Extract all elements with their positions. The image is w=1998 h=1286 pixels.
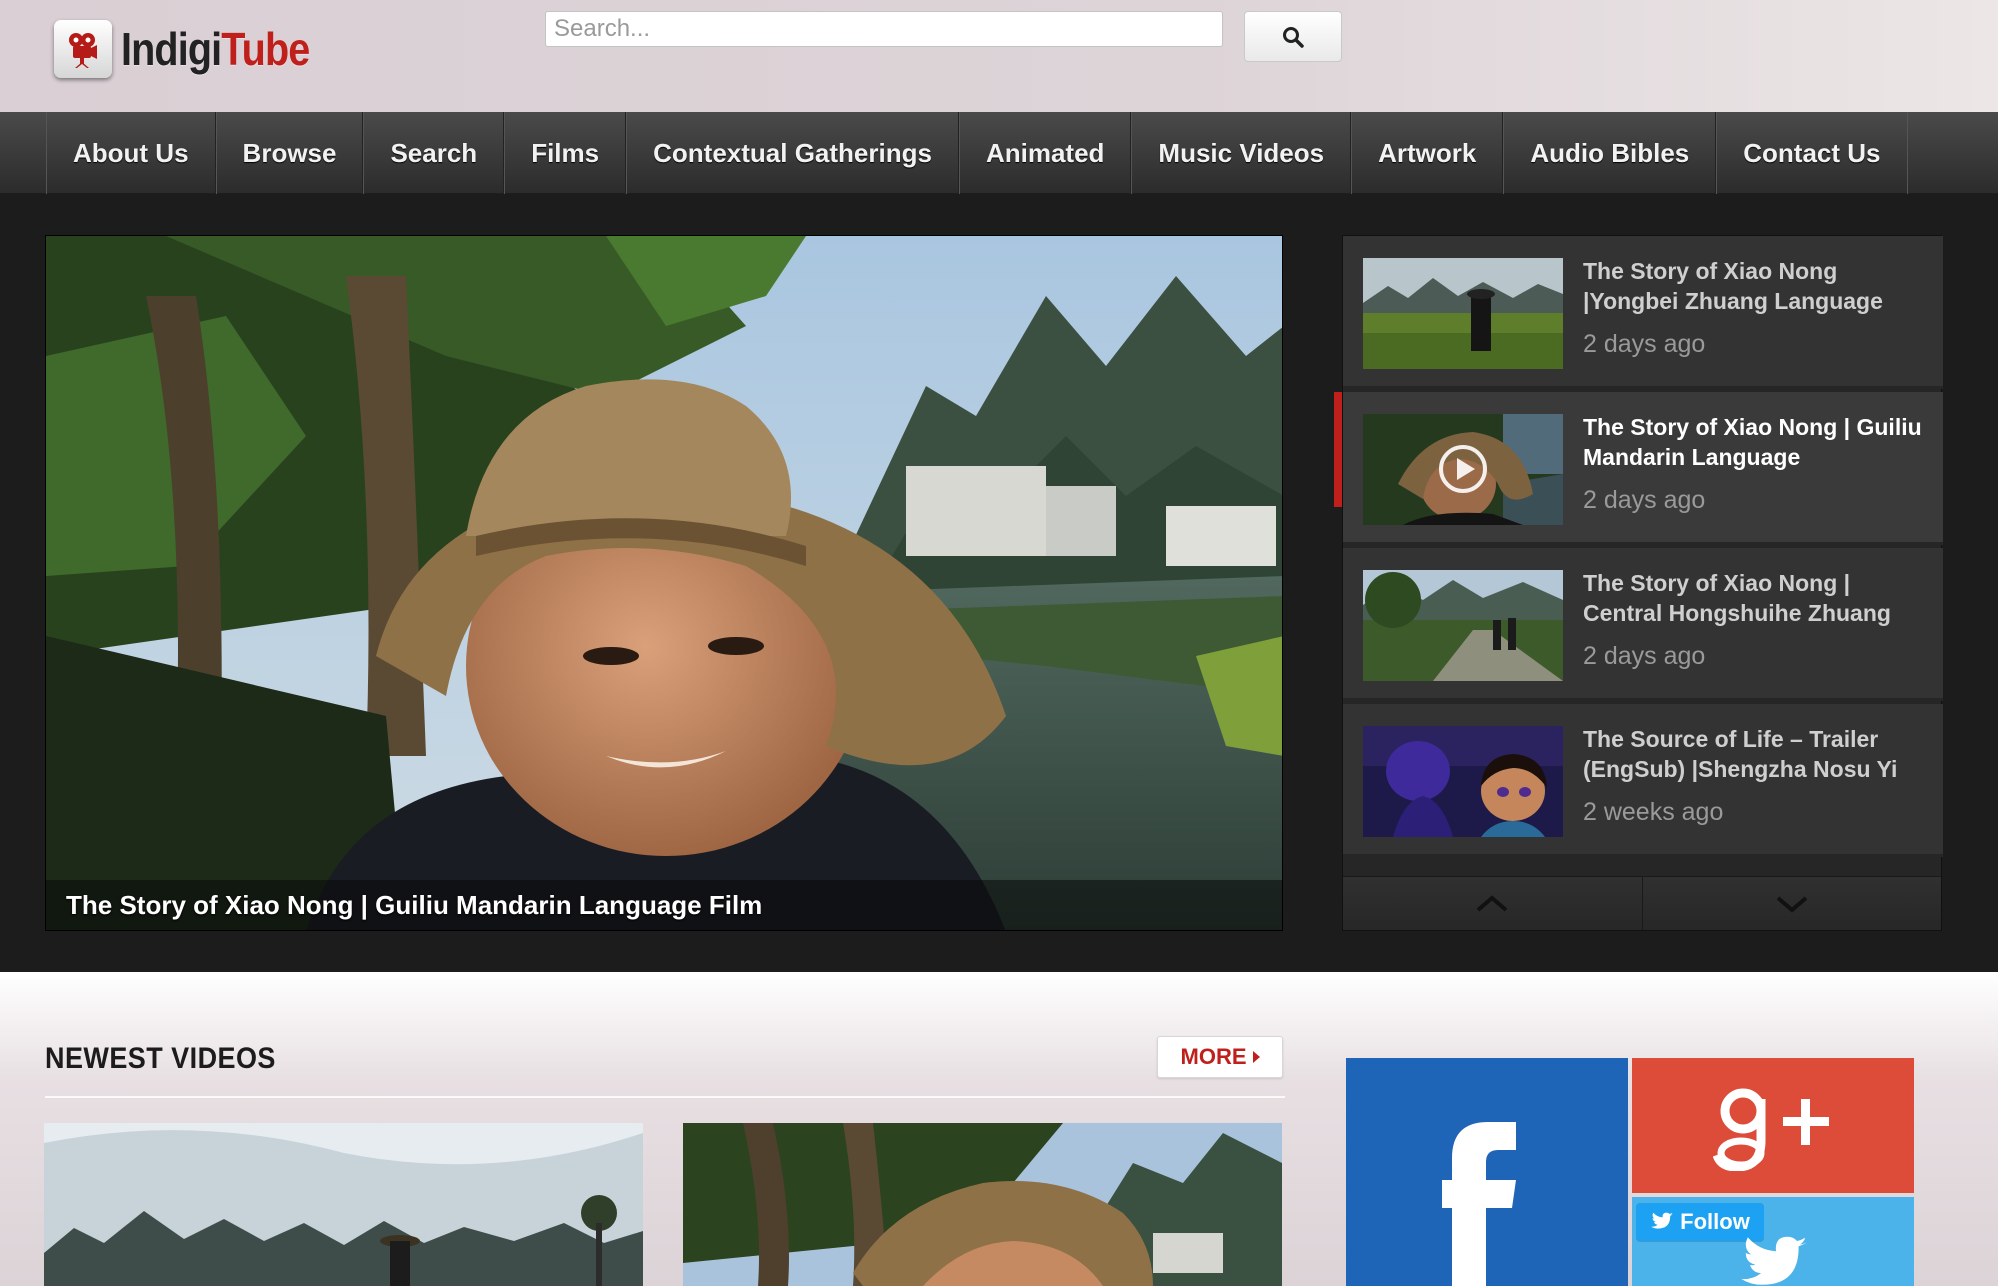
- search-button[interactable]: [1244, 11, 1342, 62]
- playlist-item[interactable]: The Story of Xiao Nong | Central Hongshu…: [1343, 548, 1943, 701]
- featured-section: The Story of Xiao Nong | Guiliu Mandarin…: [0, 194, 1998, 972]
- featured-playlist: The Story of Xiao Nong |Yongbei Zhuang L…: [1334, 235, 1943, 931]
- main-nav: About Us Browse Search Films Contextual …: [0, 112, 1998, 194]
- facebook-tile[interactable]: [1346, 1058, 1628, 1286]
- newest-videos-title: NEWEST VIDEOS: [45, 1042, 276, 1075]
- playlist-thumbnail: [1363, 258, 1563, 369]
- playlist-item-time: 2 days ago: [1583, 642, 1706, 670]
- more-button[interactable]: MORE: [1157, 1036, 1283, 1078]
- playlist-item-title: The Source of Life – Trailer (EngSub) |S…: [1583, 726, 1898, 782]
- film-camera-icon: [54, 20, 112, 78]
- playlist-item-active[interactable]: The Story of Xiao Nong | Guiliu Mandarin…: [1334, 392, 1943, 545]
- featured-video-caption: The Story of Xiao Nong | Guiliu Mandarin…: [46, 880, 1282, 930]
- nav-item-browse[interactable]: Browse: [215, 112, 364, 194]
- search-icon: [1283, 26, 1304, 48]
- playlist-thumbnail: [1363, 570, 1563, 681]
- playlist-item[interactable]: The Source of Life – Trailer (EngSub) |S…: [1343, 704, 1943, 857]
- caret-right-icon: [1252, 1051, 1260, 1063]
- twitter-bird-icon: [1741, 1236, 1807, 1285]
- nav-item-music-videos[interactable]: Music Videos: [1131, 112, 1352, 194]
- nav-item-animated[interactable]: Animated: [958, 112, 1132, 194]
- playlist-item-title: The Story of Xiao Nong | Central Hongshu…: [1583, 570, 1891, 626]
- featured-video[interactable]: The Story of Xiao Nong | Guiliu Mandarin…: [45, 235, 1283, 931]
- playlist-controls: [1343, 876, 1941, 930]
- twitter-bird-icon: [1651, 1212, 1674, 1229]
- playlist-scroll-down-button[interactable]: [1642, 877, 1941, 930]
- nav-list: About Us Browse Search Films Contextual …: [46, 112, 1908, 194]
- playlist-item-time: 2 days ago: [1583, 486, 1706, 514]
- nav-item-audio-bibles[interactable]: Audio Bibles: [1503, 112, 1717, 194]
- nav-item-films[interactable]: Films: [504, 112, 627, 194]
- wordmark-part-tube: Tube: [221, 23, 310, 75]
- nav-item-artwork[interactable]: Artwork: [1351, 112, 1504, 194]
- playlist-item-title: The Story of Xiao Nong | Guiliu Mandarin…: [1583, 414, 1922, 470]
- playlist-scroll-up-button[interactable]: [1343, 877, 1643, 930]
- playlist-item-time: 2 days ago: [1583, 330, 1706, 358]
- featured-video-image: [46, 236, 1282, 930]
- facebook-icon: [1442, 1122, 1516, 1286]
- nav-item-contact-us[interactable]: Contact Us: [1716, 112, 1908, 194]
- section-divider: [45, 1096, 1285, 1098]
- newest-video-thumbnail[interactable]: [44, 1123, 643, 1286]
- newest-video-thumbnail[interactable]: [683, 1123, 1282, 1286]
- more-button-label: MORE: [1180, 1044, 1247, 1069]
- site-wordmark: IndigiTube: [121, 22, 310, 76]
- nav-item-about-us[interactable]: About Us: [46, 112, 216, 194]
- site-header: IndigiTube: [0, 0, 1998, 112]
- nav-item-contextual-gatherings[interactable]: Contextual Gatherings: [626, 112, 959, 194]
- playlist-thumbnail: [1363, 726, 1563, 837]
- google-plus-tile[interactable]: [1632, 1058, 1914, 1193]
- playlist-item[interactable]: The Story of Xiao Nong |Yongbei Zhuang L…: [1343, 236, 1943, 389]
- site-logo[interactable]: IndigiTube: [54, 20, 340, 78]
- nav-item-search[interactable]: Search: [363, 112, 505, 194]
- playlist-item-title: The Story of Xiao Nong |Yongbei Zhuang L…: [1583, 258, 1883, 314]
- chevron-down-icon: [1776, 895, 1808, 913]
- chevron-up-icon: [1476, 894, 1508, 912]
- twitter-follow-label: Follow: [1680, 1209, 1750, 1234]
- search-input[interactable]: [545, 11, 1223, 47]
- playlist-item-time: 2 weeks ago: [1583, 798, 1724, 826]
- wordmark-part-indigi: Indigi: [121, 23, 222, 75]
- twitter-tile: Follow: [1632, 1197, 1914, 1286]
- google-plus-icon: [1713, 1088, 1829, 1171]
- playlist-thumbnail: [1363, 414, 1563, 525]
